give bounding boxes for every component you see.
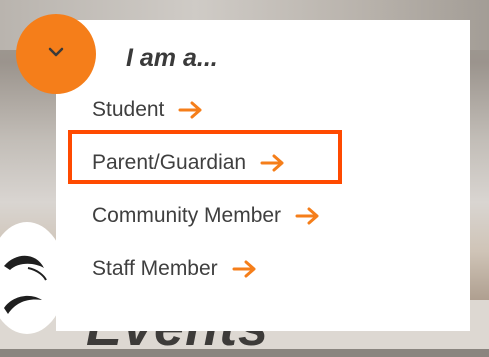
chevron-down-icon bbox=[46, 42, 66, 67]
audience-menu-panel: I am a... Student Parent/Guardian Commun… bbox=[56, 20, 470, 331]
arrow-right-icon bbox=[178, 101, 204, 119]
arrow-right-icon bbox=[260, 154, 286, 172]
menu-item-staff-member[interactable]: Staff Member bbox=[92, 257, 258, 281]
menu-item-community-member[interactable]: Community Member bbox=[92, 204, 321, 228]
menu-item-label: Student bbox=[92, 98, 165, 121]
arrow-right-icon bbox=[295, 207, 321, 225]
menu-item-label: Parent/Guardian bbox=[92, 151, 247, 174]
menu-item-parent-guardian[interactable]: Parent/Guardian bbox=[92, 151, 286, 175]
arrow-right-icon bbox=[232, 260, 258, 278]
menu-title: I am a... bbox=[126, 44, 218, 72]
menu-item-label: Community Member bbox=[92, 204, 282, 227]
menu-item-student[interactable]: Student bbox=[92, 98, 204, 122]
menu-toggle-button[interactable] bbox=[16, 14, 96, 94]
menu-item-label: Staff Member bbox=[92, 257, 218, 280]
